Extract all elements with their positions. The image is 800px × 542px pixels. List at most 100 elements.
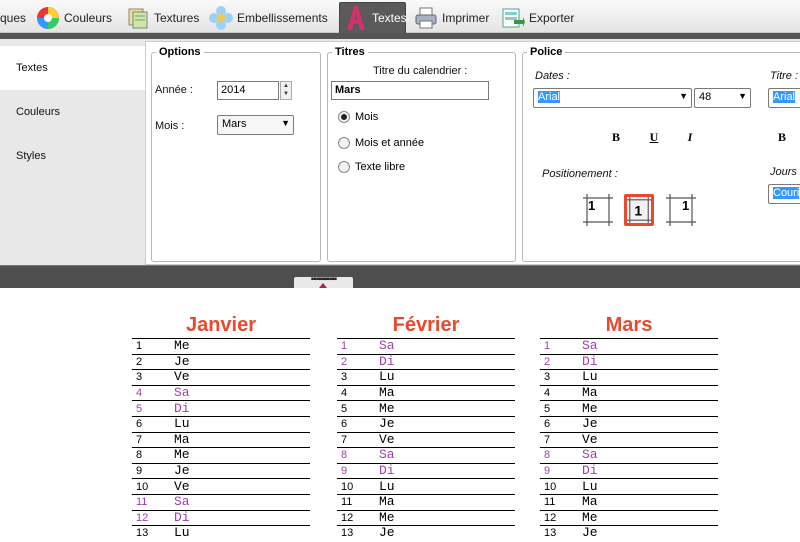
day-name: Sa <box>582 447 598 463</box>
day-number: 3 <box>341 371 348 384</box>
day-number: 4 <box>341 387 348 400</box>
day-row: 2 Di <box>337 353 515 370</box>
day-name: Ma <box>379 494 395 510</box>
dates-font-select[interactable]: Arial ▼ <box>533 88 692 108</box>
day-row: 1 Sa <box>337 338 515 354</box>
radio-dot <box>338 111 350 123</box>
day-row: 6 Lu <box>132 415 310 432</box>
day-number: 4 <box>136 387 143 400</box>
day-row: 9 Di <box>540 462 718 479</box>
toolbar-label: Couleurs <box>64 10 113 25</box>
toolbar-item-embellishments[interactable]: Embellissements <box>209 2 328 33</box>
month-column-march: Mars 1 Sa 2 Di 3 Lu 4 Ma 5 Me 6 Je 7 Ve 8 Sa 9 Di 10 Lu 11 Ma… <box>540 312 718 541</box>
title-font-select[interactable]: Arial <box>768 88 800 108</box>
day-number: 13 <box>136 527 149 540</box>
day-number: 5 <box>544 402 551 415</box>
day-name: Di <box>379 463 395 479</box>
day-number: 2 <box>136 355 143 368</box>
chevron-down-icon: ▼ <box>281 118 290 128</box>
italic-button[interactable]: I <box>681 128 699 146</box>
day-name: Di <box>174 509 190 525</box>
day-name: Lu <box>174 525 190 541</box>
toolbar-item-print[interactable]: Imprimer <box>414 2 489 33</box>
day-number: 6 <box>544 418 551 431</box>
day-number: 5 <box>136 402 143 415</box>
toolbar-item-colors[interactable]: Couleurs <box>36 2 112 33</box>
day-name: Je <box>582 525 598 541</box>
underline-button[interactable]: U <box>645 128 663 146</box>
day-name: Di <box>174 400 190 416</box>
day-row: 7 Ve <box>337 431 515 448</box>
day-number: 12 <box>544 511 557 524</box>
side-tab-styles[interactable]: Styles <box>0 134 145 178</box>
toolbar-label: Textes <box>372 11 407 25</box>
day-name: Ve <box>379 431 395 447</box>
day-row: 1 Sa <box>540 338 718 354</box>
year-spinner[interactable]: ▲ ▼ <box>280 81 292 100</box>
day-row: 5 Me <box>337 400 515 416</box>
days-font-label: Jours <box>770 166 797 178</box>
day-name: Me <box>582 400 598 416</box>
day-name: Me <box>379 400 395 416</box>
day-row: 10 Lu <box>540 478 718 494</box>
dates-size-select[interactable]: 48 ▼ <box>694 88 751 108</box>
day-row: 8 Sa <box>337 447 515 463</box>
month-label: Mois : <box>155 120 185 132</box>
day-row: 6 Je <box>540 415 718 432</box>
day-row: 2 Di <box>540 353 718 370</box>
position-sample-text: 1 <box>588 198 595 213</box>
day-name: Ma <box>582 494 598 510</box>
year-input[interactable]: 2014 <box>217 81 279 100</box>
panel-splitter[interactable]: ▪▪▪▪▪▪▪▪▪▪ <box>0 265 800 289</box>
year-label: Année : <box>155 84 193 96</box>
toolbar-label: Embellissements <box>237 10 328 25</box>
day-name: Ve <box>582 431 598 447</box>
day-name: Di <box>379 353 395 369</box>
title-bold-button[interactable]: B <box>773 128 791 146</box>
export-icon <box>501 6 525 30</box>
day-name: Sa <box>379 447 395 463</box>
day-name: Me <box>582 509 598 525</box>
side-tab-colors[interactable]: Couleurs <box>0 90 145 134</box>
side-tab-texts[interactable]: Textes <box>0 46 145 90</box>
day-name: Je <box>174 463 190 479</box>
radio-month[interactable]: Mois <box>338 111 378 123</box>
toolbar-item-texts[interactable]: Textes <box>339 2 407 33</box>
day-row: 12 Di <box>132 509 310 526</box>
toolbar-item-textures[interactable]: Textures <box>126 2 199 33</box>
day-name: Ma <box>379 385 395 401</box>
calendar-preview: Janvier 1 Me 2 Je 3 Ve 4 Sa 5 Di 6 Lu 7 Ma 8 Me 9 Je 10 Ve 1… <box>0 288 800 542</box>
toolbar-item-export[interactable]: Exporter <box>501 2 574 33</box>
day-row: 3 Lu <box>540 369 718 385</box>
day-row: 4 Sa <box>132 384 310 401</box>
toolbar-item-calendars[interactable]: ques <box>0 2 26 33</box>
spin-up-icon[interactable]: ▲ <box>281 82 291 90</box>
day-number: 8 <box>341 449 348 462</box>
flower-icon <box>209 5 233 30</box>
day-number: 6 <box>341 418 348 431</box>
position-top-left-button[interactable]: 1 <box>583 194 613 226</box>
side-tabs: Textes Couleurs Styles <box>0 39 145 265</box>
position-center-button[interactable]: 1 <box>624 194 654 226</box>
day-number: 13 <box>544 527 557 540</box>
day-name: Sa <box>379 338 395 354</box>
day-number: 13 <box>341 527 354 540</box>
bold-button[interactable]: B <box>607 128 625 146</box>
day-row: 3 Lu <box>337 369 515 385</box>
days-font-select[interactable]: Couri <box>768 184 800 204</box>
month-select[interactable]: Mars ▼ <box>217 115 294 135</box>
day-number: 9 <box>544 465 551 478</box>
day-number: 2 <box>341 355 348 368</box>
day-name: Ve <box>174 478 190 494</box>
day-name: Lu <box>174 416 190 432</box>
calendar-title-label: Titre du calendrier : <box>373 65 468 77</box>
radio-free-text[interactable]: Texte libre <box>338 161 405 173</box>
options-group: Options <box>151 46 321 262</box>
day-number: 10 <box>136 480 149 493</box>
spin-down-icon[interactable]: ▼ <box>281 90 291 98</box>
day-name: Me <box>174 447 190 463</box>
day-row: 10 Lu <box>337 478 515 494</box>
radio-month-year[interactable]: Mois et année <box>338 137 424 149</box>
position-top-right-button[interactable]: 1 <box>666 194 696 226</box>
calendar-title-input[interactable]: Mars <box>331 81 489 100</box>
